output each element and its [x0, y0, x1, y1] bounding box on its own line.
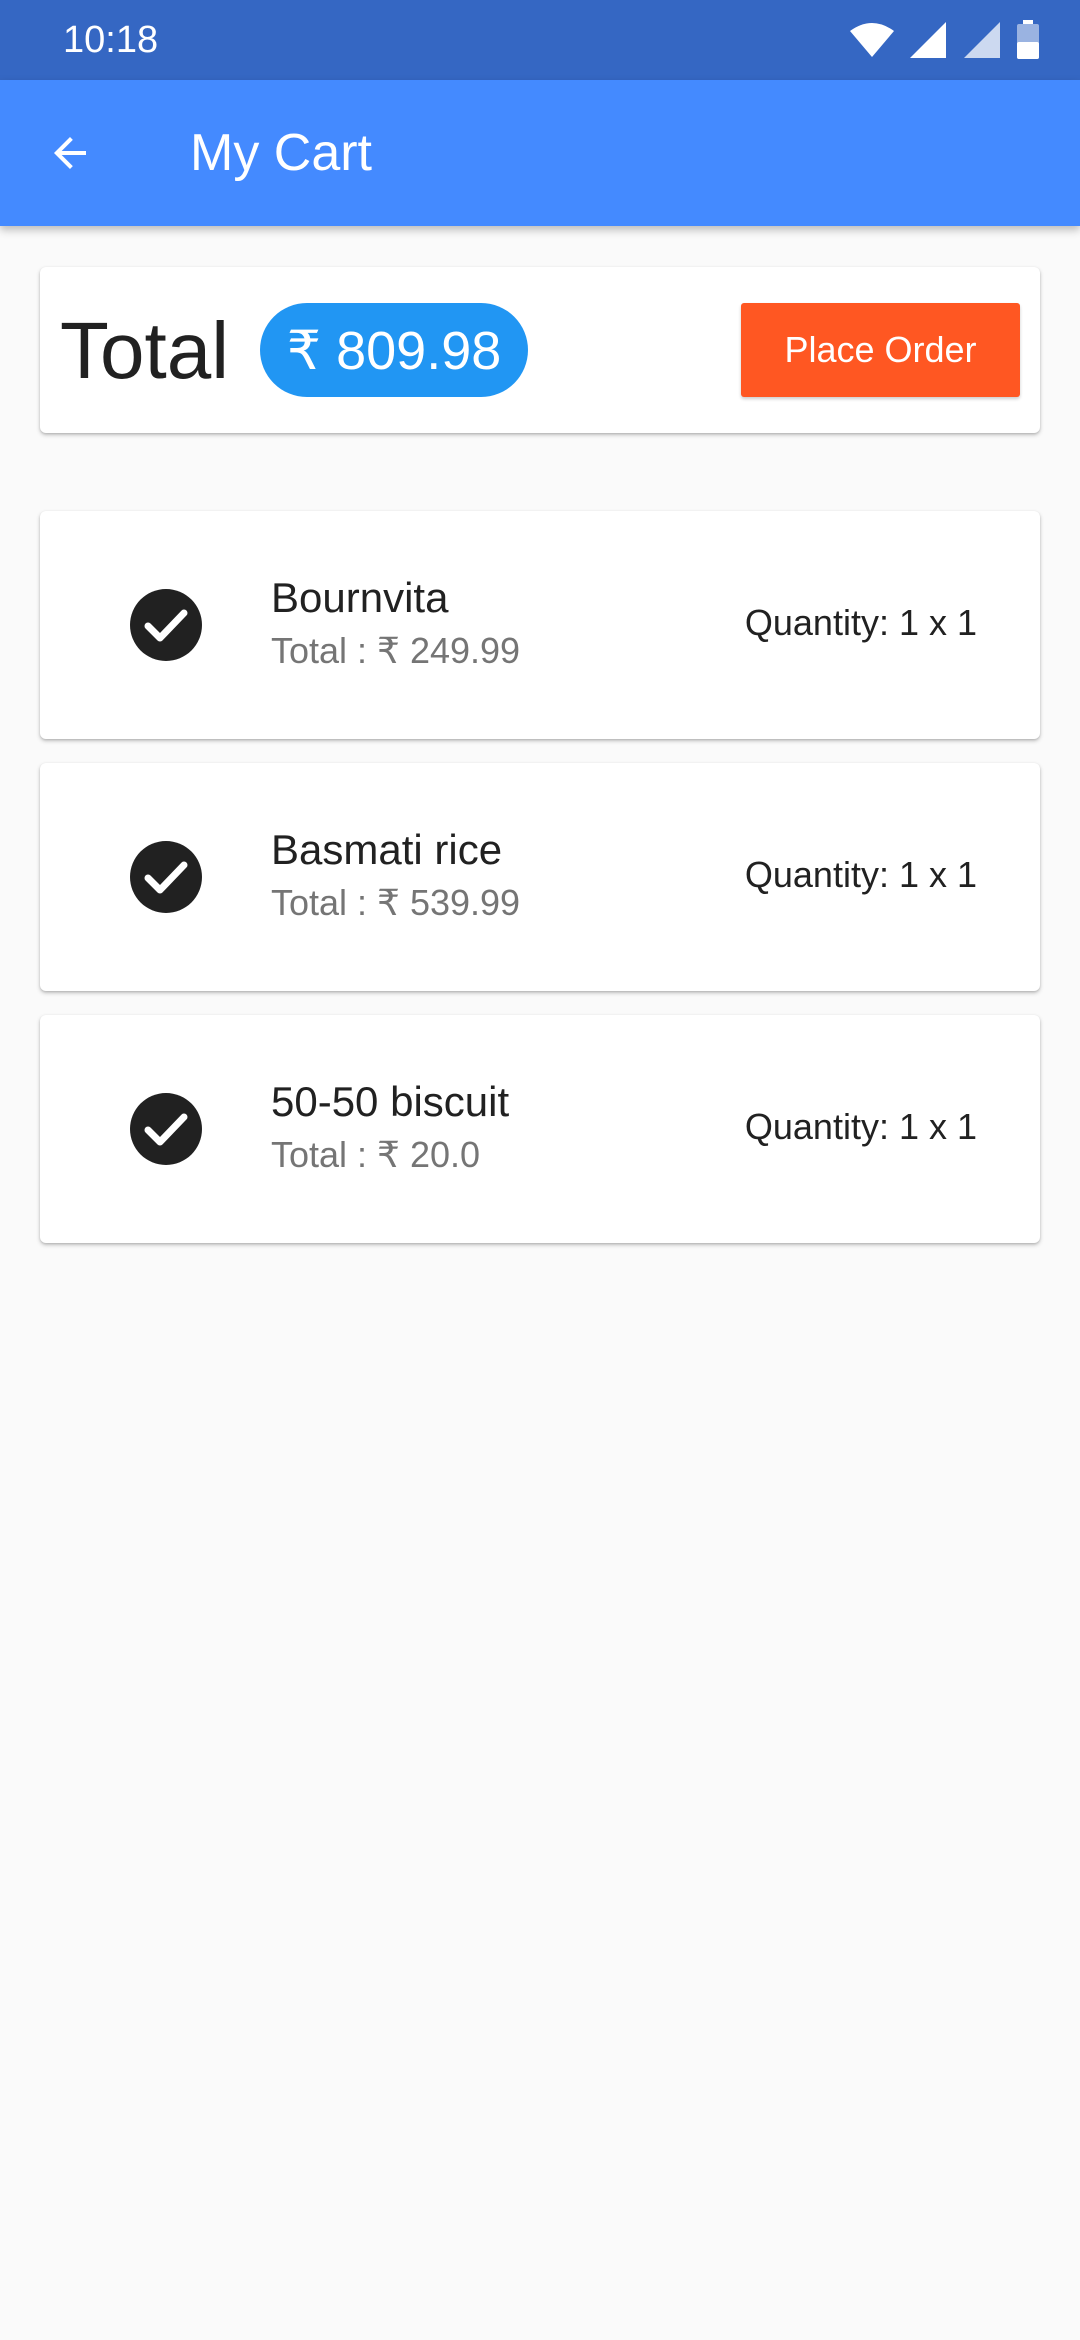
- total-amount-badge: ₹ 809.98: [260, 303, 528, 397]
- arrow-back-icon: [54, 137, 86, 169]
- check-circle-icon: [130, 589, 202, 661]
- check-circle-icon: [130, 841, 202, 913]
- app-bar: My Cart: [0, 80, 1080, 226]
- status-bar: 10:18: [0, 0, 1080, 80]
- place-order-button[interactable]: Place Order: [741, 303, 1020, 397]
- item-quantity: Quantity: 1 x 1: [744, 854, 977, 895]
- battery-icon: [1017, 20, 1039, 59]
- item-name: Bournvita: [271, 574, 449, 621]
- status-icons: [848, 18, 1040, 62]
- page-title: My Cart: [190, 124, 372, 182]
- item-name: 50-50 biscuit: [271, 1078, 510, 1125]
- check-circle-icon: [130, 1093, 202, 1165]
- item-quantity: Quantity: 1 x 1: [744, 602, 977, 643]
- item-quantity: Quantity: 1 x 1: [744, 1106, 977, 1147]
- cart-item[interactable]: Basmati rice Total : ₹ 539.99 Quantity: …: [40, 763, 1040, 991]
- signal-icon: [964, 22, 1000, 58]
- back-button[interactable]: [30, 113, 110, 193]
- item-total: Total : ₹ 539.99: [271, 882, 521, 923]
- total-amount: ₹ 809.98: [286, 320, 502, 381]
- cart-item[interactable]: 50-50 biscuit Total : ₹ 20.0 Quantity: 1…: [40, 1015, 1040, 1243]
- total-label: Total: [60, 306, 229, 395]
- item-name: Basmati rice: [271, 826, 503, 873]
- total-summary-card: Total ₹ 809.98 Place Order: [40, 267, 1040, 433]
- status-time: 10:18: [63, 19, 159, 61]
- cart-item[interactable]: Bournvita Total : ₹ 249.99 Quantity: 1 x…: [40, 511, 1040, 739]
- signal-icon: [910, 22, 946, 58]
- wifi-icon: [850, 23, 894, 57]
- item-total: Total : ₹ 20.0: [271, 1134, 481, 1175]
- item-total: Total : ₹ 249.99: [271, 630, 521, 671]
